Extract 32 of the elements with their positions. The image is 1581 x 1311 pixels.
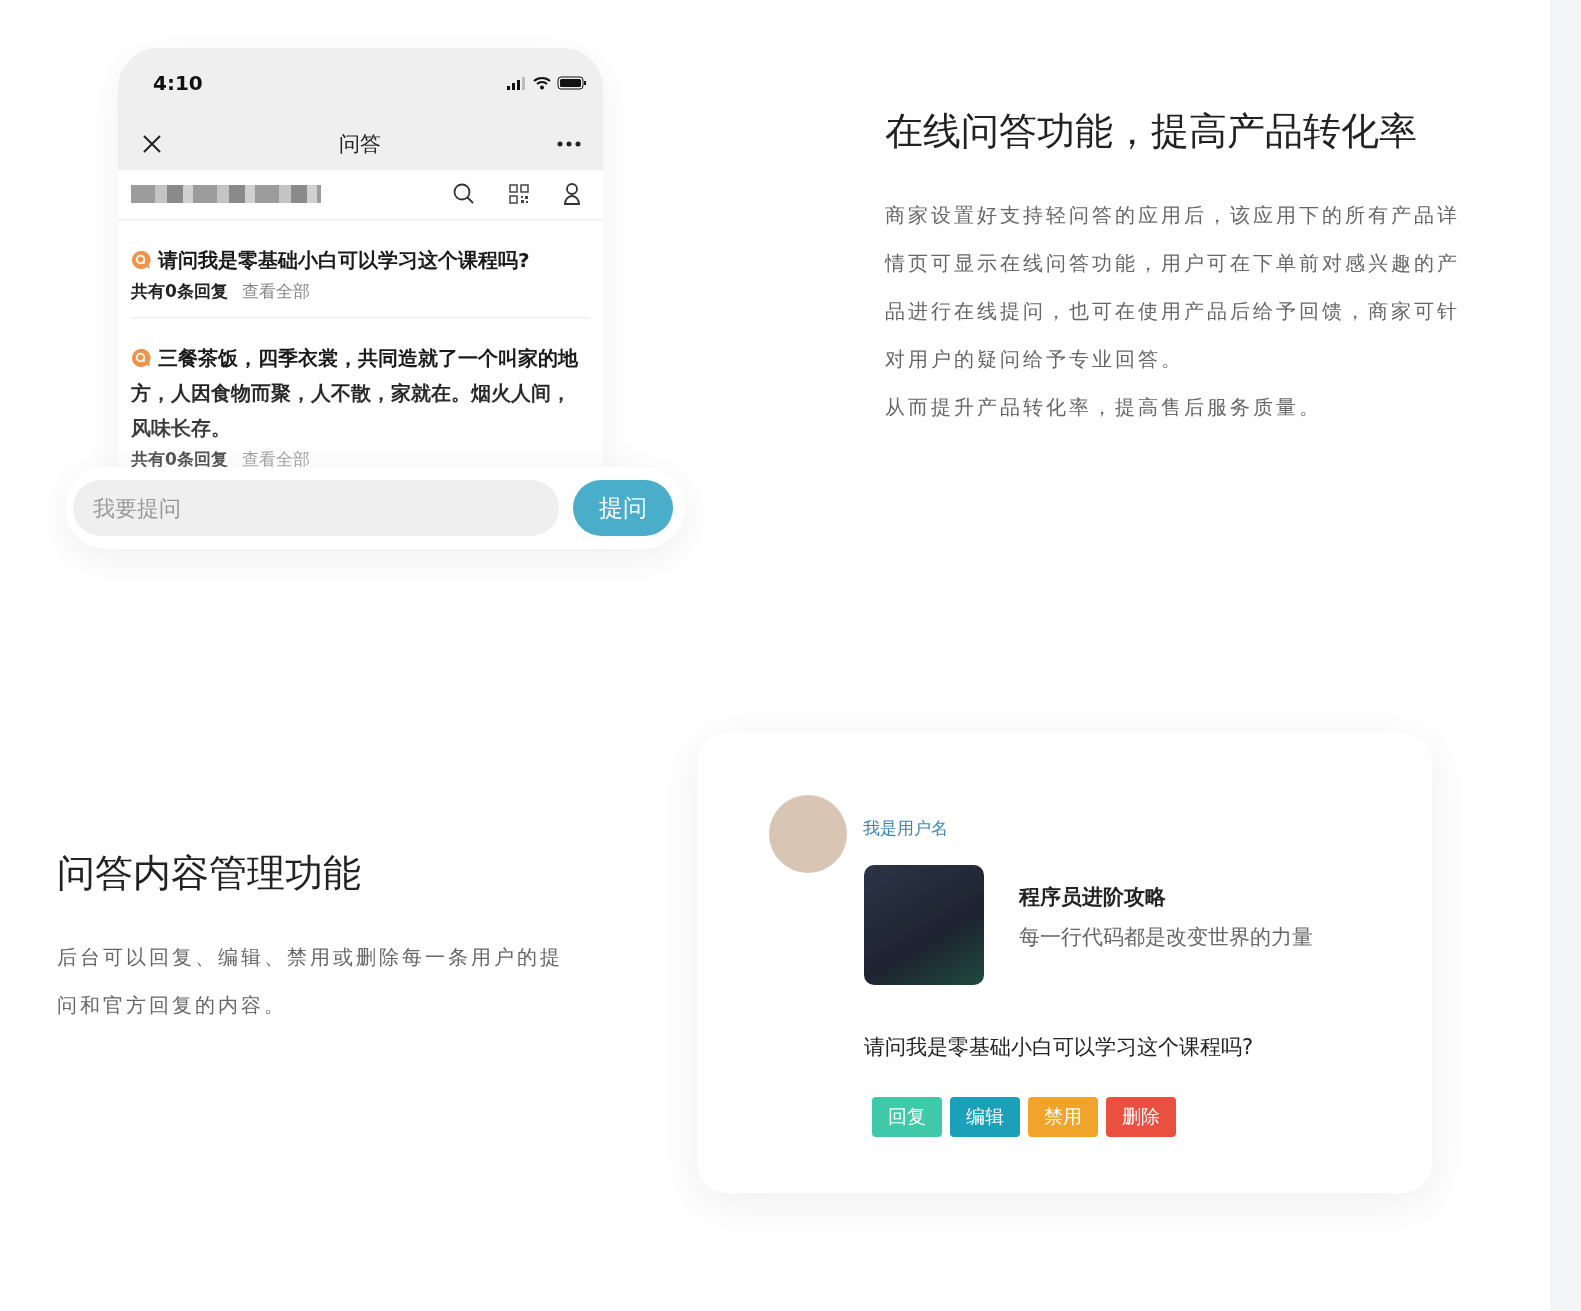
nav-title: 问答 (338, 131, 381, 158)
section-title: 问答内容管理功能 (57, 850, 362, 897)
qr-code-icon[interactable] (509, 184, 529, 204)
reply-count: 共有0条回复 (131, 280, 228, 303)
action-button[interactable]: 编辑 (950, 1097, 1020, 1137)
section-title: 在线问答功能，提高产品转化率 (885, 108, 1418, 155)
ask-input-field[interactable]: 我要提问 (73, 480, 559, 536)
close-icon[interactable] (142, 134, 162, 154)
course-subtitle: 每一行代码都是改变世界的力量 (1019, 924, 1313, 951)
question-bubble-icon (131, 348, 151, 368)
view-all-link[interactable]: 查看全部 (241, 448, 310, 467)
question-text[interactable]: 三餐茶饭，四季衣裳，共同造就了一个叫家的地方，人因食物而聚，人不散，家就在。烟火人间，风味长存。 (131, 341, 590, 446)
action-button[interactable]: 回复 (872, 1097, 942, 1137)
question-text[interactable]: 请问我是零基础小白可以学习这个课程吗? (131, 243, 590, 278)
status-time: 4:10 (153, 71, 203, 95)
section-description: 从而提升产品转化率，提高售后服务质量。 (885, 394, 1323, 421)
course-title: 程序员进阶攻略 (1019, 884, 1167, 911)
question-bubble-icon (131, 250, 151, 270)
battery-icon (557, 76, 587, 90)
more-icon[interactable] (557, 141, 581, 147)
action-button[interactable]: 禁用 (1028, 1097, 1098, 1137)
question-text: 请问我是零基础小白可以学习这个课程吗? (864, 1034, 1255, 1061)
view-all-link[interactable]: 查看全部 (241, 280, 310, 303)
user-icon[interactable] (563, 183, 581, 205)
search-icon[interactable] (453, 183, 475, 205)
username: 我是用户名 (863, 817, 948, 840)
wifi-icon (533, 76, 551, 90)
signal-icon (507, 76, 527, 90)
ask-button[interactable]: 提问 (573, 480, 673, 536)
action-button[interactable]: 删除 (1106, 1097, 1176, 1137)
section-description: 商家设置好支持轻问答的应用后，该应用下的所有产品详情页可显示在线问答功能，用户可在下单前对感兴趣的产品进行在线提问，也可在使用产品后给予回馈，商家可针对用户的疑问给予专业回答。 (885, 202, 1460, 373)
section-description: 后台可以回复、编辑、禁用或删除每一条用户的提问和官方回复的内容。 (57, 944, 564, 1019)
